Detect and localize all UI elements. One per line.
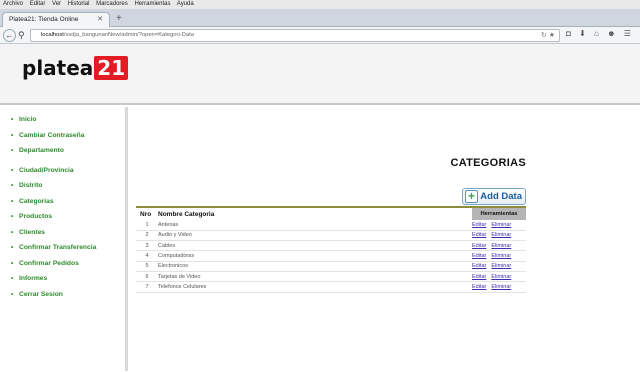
edit-link[interactable]: Editar xyxy=(472,253,486,259)
reload-icon[interactable]: ↻ ★ xyxy=(541,30,555,41)
url-host: localhost xyxy=(41,32,64,38)
sidebar-item-informes[interactable]: Informes xyxy=(11,274,125,290)
menu-marcadores[interactable]: Marcadores xyxy=(96,1,128,7)
add-data-label: Add Data xyxy=(480,191,522,202)
sidebar-item-inicio[interactable]: Inicio xyxy=(11,115,125,131)
delete-link[interactable]: Eliminar xyxy=(491,263,511,269)
navigation-bar: ← ⚲ localhost/ssdja_bangunanNew/admin/?o… xyxy=(0,27,640,44)
browser-tab[interactable]: Platea21: Tienda Online ✕ xyxy=(2,12,110,27)
add-data-button[interactable]: + Add Data xyxy=(462,188,526,205)
menu-ayuda[interactable]: Ayuda xyxy=(177,1,194,7)
menu-editar[interactable]: Editar xyxy=(30,1,46,7)
logo-number: 21 xyxy=(94,56,129,80)
edit-link[interactable]: Editar xyxy=(472,274,486,280)
table-row: 3 Cables Editar Eliminar xyxy=(136,240,526,252)
table-row: 5 Electronicos Editar Eliminar xyxy=(136,261,526,272)
site-info-icon[interactable]: ⚲ xyxy=(18,29,25,41)
row-category-name: Antenas xyxy=(158,220,472,231)
sidebar: Inicio Cambiar Contraseña Departamento C… xyxy=(0,107,128,371)
tab-strip: Platea21: Tienda Online ✕ + xyxy=(0,9,640,27)
close-tab-icon[interactable]: ✕ xyxy=(97,13,103,27)
url-path: /ssdja_bangunanNew/admin/?open=Kategori-… xyxy=(63,32,194,38)
new-tab-icon[interactable]: + xyxy=(116,12,122,26)
column-header-tools: Herramientas xyxy=(472,206,526,220)
categories-table: Nro Nombre Categoria Herramientas 1 Ante… xyxy=(136,206,526,293)
add-icon: + xyxy=(465,190,478,203)
chat-icon[interactable]: ☻ xyxy=(607,29,615,38)
delete-link[interactable]: Eliminar xyxy=(491,222,511,228)
row-number: 3 xyxy=(136,240,158,252)
row-number: 7 xyxy=(136,281,158,293)
url-bar[interactable]: localhost/ssdja_bangunanNew/admin/?open=… xyxy=(30,29,560,42)
edit-link[interactable]: Editar xyxy=(472,232,486,238)
row-category-name: Telefonos Celulares xyxy=(158,281,472,293)
menu-icon[interactable]: ☰ xyxy=(624,29,631,38)
row-category-name: Cables xyxy=(158,240,472,252)
edit-link[interactable]: Editar xyxy=(472,243,486,249)
sidebar-item-categorias[interactable]: Categorias xyxy=(11,197,125,213)
site-header: platea 21 xyxy=(0,44,640,105)
menu-historial[interactable]: Historial xyxy=(68,1,90,7)
downloads-icon[interactable]: ⬇ xyxy=(579,29,586,38)
sidebar-item-departamento[interactable]: Departamento xyxy=(11,146,125,162)
row-category-name: Tarjetas de Video xyxy=(158,271,472,283)
row-number: 4 xyxy=(136,250,158,262)
back-icon[interactable]: ← xyxy=(3,29,16,42)
sidebar-item-confirmar-pedidos[interactable]: Confirmar Pedidos xyxy=(11,259,125,275)
row-category-name: Electronicos xyxy=(158,261,472,272)
row-number: 5 xyxy=(136,261,158,272)
sidebar-item-ciudad-provincia[interactable]: Ciudad/Provincia xyxy=(11,166,125,182)
menu-ver[interactable]: Ver xyxy=(52,1,61,7)
row-category-name: Audio y Video xyxy=(158,230,472,242)
delete-link[interactable]: Eliminar xyxy=(491,274,511,280)
column-header-name: Nombre Categoria xyxy=(158,206,472,220)
sidebar-item-cambiar-contrasena[interactable]: Cambiar Contraseña xyxy=(11,131,125,147)
menu-herramientas[interactable]: Herramientas xyxy=(134,1,170,7)
sidebar-item-clientes[interactable]: Clientes xyxy=(11,228,125,244)
column-header-nro: Nro xyxy=(136,206,158,220)
edit-link[interactable]: Editar xyxy=(472,284,486,290)
table-header-row: Nro Nombre Categoria Herramientas xyxy=(136,206,526,220)
logo-text: platea xyxy=(22,56,94,80)
table-row: 7 Telefonos Celulares Editar Eliminar xyxy=(136,281,526,293)
sidebar-item-productos[interactable]: Productos xyxy=(11,212,125,228)
delete-link[interactable]: Eliminar xyxy=(491,232,511,238)
toolbar-icons: ◘ ⬇ ⌂ ☻ ☰ xyxy=(566,29,631,38)
home-icon[interactable]: ⌂ xyxy=(594,29,599,38)
table-row: 1 Antenas Editar Eliminar xyxy=(136,220,526,231)
row-number: 2 xyxy=(136,230,158,242)
site-logo[interactable]: platea 21 xyxy=(22,56,129,80)
edit-link[interactable]: Editar xyxy=(472,222,486,228)
menu-bar: Archivo Editar Ver Historial Marcadores … xyxy=(0,0,640,9)
table-row: 2 Audio y Video Editar Eliminar xyxy=(136,230,526,242)
tab-title: Platea21: Tienda Online xyxy=(9,16,79,23)
sidebar-item-distrito[interactable]: Distrito xyxy=(11,181,125,197)
edit-link[interactable]: Editar xyxy=(472,263,486,269)
sidebar-item-confirmar-transferencia[interactable]: Confirmar Transferencia xyxy=(11,243,125,259)
delete-link[interactable]: Eliminar xyxy=(491,284,511,290)
pocket-icon[interactable]: ◘ xyxy=(566,29,571,38)
delete-link[interactable]: Eliminar xyxy=(491,253,511,259)
delete-link[interactable]: Eliminar xyxy=(491,243,511,249)
sidebar-item-cerrar-sesion[interactable]: Cerrar Sesion xyxy=(11,290,125,306)
row-number: 6 xyxy=(136,271,158,283)
page-title: CATEGORIAS xyxy=(450,157,526,169)
row-category-name: Computadoras xyxy=(158,250,472,262)
menu-archivo[interactable]: Archivo xyxy=(3,1,23,7)
row-number: 1 xyxy=(136,220,158,231)
table-row: 4 Computadoras Editar Eliminar xyxy=(136,250,526,262)
table-row: 6 Tarjetas de Video Editar Eliminar xyxy=(136,271,526,283)
page: platea21 Inicio Cambiar Contraseña Depar… xyxy=(0,44,640,371)
